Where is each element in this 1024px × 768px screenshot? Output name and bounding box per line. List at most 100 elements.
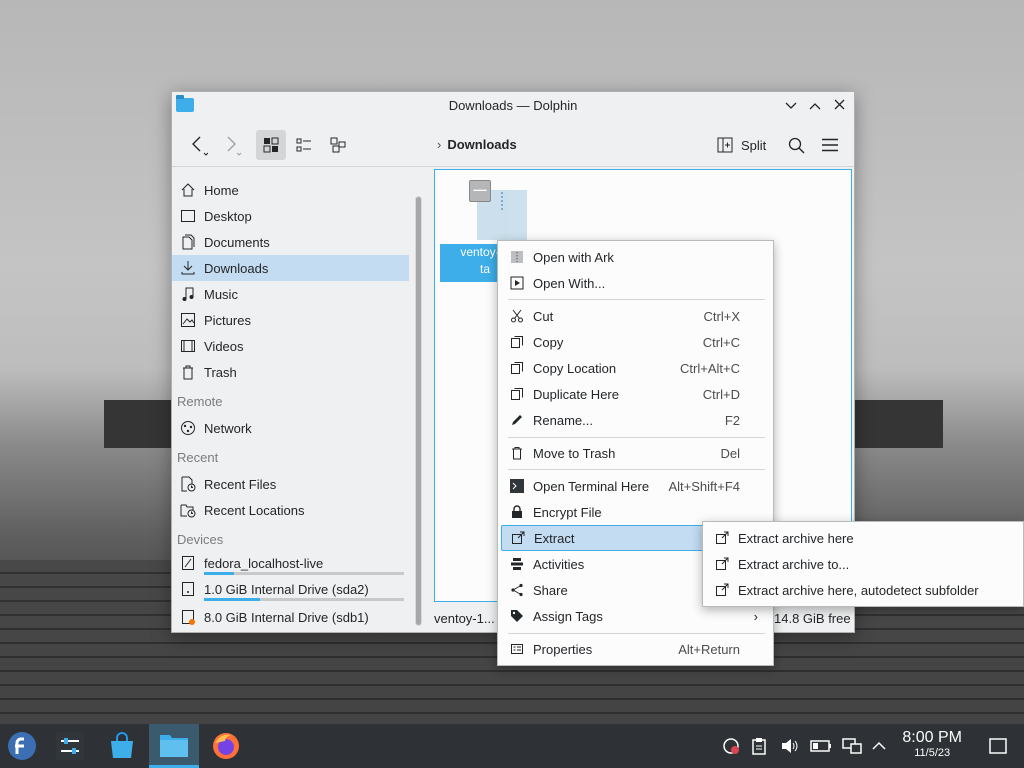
sidebar-item-label: Music [204, 286, 238, 302]
chevron-up-icon [809, 103, 821, 110]
sidebar-item-label: Network [204, 420, 252, 436]
submenu-item-extract-here[interactable]: Extract archive here [706, 526, 1018, 550]
sidebar-item-downloads[interactable]: Downloads [172, 255, 409, 281]
chevron-right-icon: › [753, 608, 758, 624]
speaker-icon [782, 739, 798, 753]
music-icon [179, 285, 197, 303]
menu-item-extract[interactable]: Extract [501, 525, 706, 551]
chevron-up-icon [872, 741, 886, 750]
places-panel: Home Desktop Documents Downloads Music P… [172, 167, 409, 632]
status-free-space: 14.8 GiB free [774, 611, 851, 626]
network-icon [179, 419, 197, 437]
menu-item-shortcut: Ctrl+C [702, 334, 740, 350]
menu-item-shortcut: Ctrl+X [703, 308, 740, 324]
sidebar-item-network[interactable]: Network [172, 415, 409, 441]
compact-view-icon [296, 138, 311, 152]
sidebar-item-label: Recent Files [204, 476, 277, 492]
sidebar-item-device-sdb1[interactable]: 8.0 GiB Internal Drive (sdb1) [172, 605, 409, 629]
battery-tray[interactable] [808, 724, 834, 768]
remote-heading: Remote [177, 394, 223, 409]
close-button[interactable] [830, 97, 848, 115]
sidebar-item-label: Downloads [204, 260, 269, 276]
digital-clock[interactable]: 8:00 PM 11/5/23 [902, 729, 962, 759]
menu-item-copy[interactable]: Copy Ctrl+C [501, 330, 768, 354]
menu-item-move-to-trash[interactable]: Move to Trash Del [501, 441, 768, 465]
sidebar-item-trash[interactable]: Trash [172, 359, 409, 385]
copy-location-icon [509, 360, 525, 376]
sidebar-item-documents[interactable]: Documents [172, 229, 409, 255]
sidebar-item-label: Documents [204, 234, 270, 250]
menu-item-label: Copy Location [533, 360, 617, 376]
sidebar-scrollbar[interactable] [415, 196, 422, 626]
terminal-icon [509, 478, 525, 494]
menu-item-label: Rename... [533, 412, 593, 428]
clock-time: 8:00 PM [902, 729, 962, 746]
sidebar-item-recent-locations[interactable]: Recent Locations [172, 497, 409, 523]
selection-toggle[interactable]: — [469, 180, 491, 202]
open-with-icon [509, 275, 525, 291]
clipboard-icon [752, 738, 766, 755]
split-button[interactable]: Split [717, 130, 773, 160]
sidebar-item-recent-files[interactable]: Recent Files [172, 471, 409, 497]
clipboard-tray[interactable] [748, 724, 770, 768]
breadcrumb[interactable]: › Downloads [437, 137, 517, 152]
icons-view-button[interactable] [256, 130, 286, 160]
menu-item-label: Encrypt File [533, 504, 602, 520]
menu-item-cut[interactable]: Cut Ctrl+X [501, 304, 768, 328]
volume-tray[interactable] [778, 724, 802, 768]
menu-item-rename[interactable]: Rename... F2 [501, 408, 768, 432]
menu-item-properties[interactable]: Properties Alt+Return [501, 637, 768, 661]
chevron-down-icon [785, 102, 797, 109]
tray-expander[interactable] [868, 724, 890, 768]
submenu-item-extract-to[interactable]: Extract archive to... [706, 552, 1018, 576]
show-desktop-icon [989, 738, 1007, 754]
menu-item-duplicate-here[interactable]: Duplicate Here Ctrl+D [501, 382, 768, 406]
menu-item-assign-tags[interactable]: Assign Tags › [501, 604, 768, 628]
drive-warning-icon [179, 608, 197, 626]
menu-item-copy-location[interactable]: Copy Location Ctrl+Alt+C [501, 356, 768, 380]
menu-item-shortcut: F2 [724, 412, 740, 428]
sidebar-item-videos[interactable]: Videos [172, 333, 409, 359]
firefox-launcher[interactable] [204, 724, 248, 768]
menu-item-open-with-ark[interactable]: Open with Ark [501, 245, 768, 269]
discover-launcher[interactable] [100, 724, 144, 768]
submenu-item-extract-autodetect[interactable]: Extract archive here, autodetect subfold… [706, 578, 1018, 602]
update-notifier[interactable] [720, 724, 742, 768]
sidebar-item-desktop[interactable]: Desktop [172, 203, 409, 229]
show-desktop-button[interactable] [984, 724, 1012, 768]
menu-separator [508, 633, 765, 634]
maximize-button[interactable] [806, 97, 824, 115]
sidebar-item-pictures[interactable]: Pictures [172, 307, 409, 333]
sidebar-item-label: Desktop [204, 208, 252, 224]
drive-icon [179, 580, 197, 598]
menu-button[interactable] [818, 130, 842, 160]
clock-date: 11/5/23 [914, 747, 951, 759]
breadcrumb-downloads[interactable]: Downloads [447, 137, 516, 152]
menu-item-label: Duplicate Here [533, 386, 619, 402]
ark-icon [509, 249, 525, 265]
device-label: 8.0 GiB Internal Drive (sdb1) [204, 609, 369, 625]
chevron-right-icon: › [437, 137, 442, 152]
device-label: fedora_localhost-live [204, 555, 324, 571]
share-icon [509, 582, 525, 598]
forward-button[interactable] [218, 130, 246, 160]
menu-item-open-with[interactable]: Open With... [501, 271, 768, 295]
sidebar-item-music[interactable]: Music [172, 281, 409, 307]
system-settings-launcher[interactable] [48, 724, 92, 768]
firefox-icon [213, 733, 239, 759]
menu-item-open-terminal[interactable]: Open Terminal Here Alt+Shift+F4 [501, 474, 768, 498]
fedora-logo-icon [8, 732, 36, 760]
scrollbar-handle[interactable] [416, 197, 421, 625]
network-tray[interactable] [840, 724, 864, 768]
details-view-button[interactable] [323, 130, 353, 160]
back-button[interactable] [184, 130, 212, 160]
application-launcher[interactable] [0, 724, 44, 768]
dolphin-task[interactable] [149, 724, 199, 768]
trash-icon [179, 363, 197, 381]
sidebar-item-home[interactable]: Home [172, 177, 409, 203]
minimize-button[interactable] [782, 97, 800, 115]
activities-icon [509, 556, 525, 572]
compact-view-button[interactable] [289, 130, 319, 160]
search-button[interactable] [784, 130, 808, 160]
submenu-item-label: Extract archive to... [738, 556, 850, 572]
